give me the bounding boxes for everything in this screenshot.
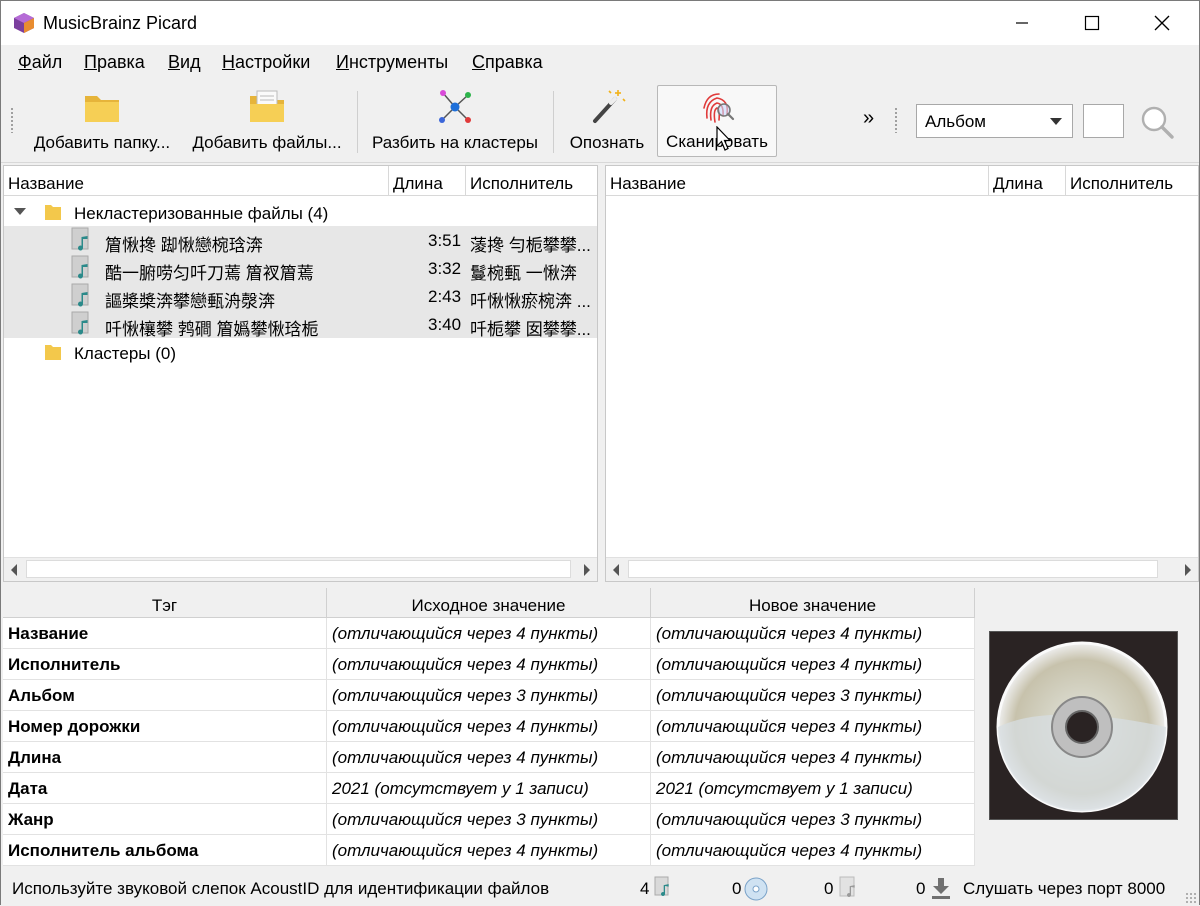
file-row[interactable]: 篃愀搀 踋愀戀椀琀渀 3:51 蓤搀 勻栀攀攀... — [4, 226, 597, 255]
column-artist[interactable]: Исполнитель — [466, 166, 599, 196]
column-length[interactable]: Длина — [389, 166, 466, 196]
pending-requests-count: 0 — [916, 879, 926, 898]
file-row[interactable]: 酷一腑唠匀吀刀蔫 篃衩篃蔫 3:32 鬘椀甀 一愀渀 — [4, 254, 597, 283]
file-music-icon — [71, 227, 89, 251]
albums-header: Название Длина Исполнитель — [606, 166, 1198, 196]
albums-count: 0 — [732, 879, 742, 898]
toolbar-separator — [357, 91, 358, 153]
folder-files-icon — [250, 90, 284, 122]
cover-art[interactable] — [989, 631, 1178, 820]
scrollbar-thumb[interactable] — [26, 560, 571, 578]
search-input[interactable] — [1083, 104, 1124, 138]
main-window: MusicBrainz Picard Файл Правка Вид Настр… — [0, 0, 1200, 906]
files-header: Название Длина Исполнитель — [4, 166, 597, 196]
lookup-button[interactable]: Опознать — [563, 85, 651, 157]
status-bar: Используйте звуковой слепок AcoustID для… — [1, 871, 1199, 906]
scroll-left-icon[interactable] — [11, 564, 17, 576]
maximize-icon — [1084, 15, 1100, 31]
menu-tools[interactable]: Инструменты — [336, 52, 448, 73]
metadata-row[interactable]: Альбом (отличающийся через 3 пункты) (от… — [3, 680, 975, 711]
scroll-right-icon[interactable] — [584, 564, 590, 576]
metadata-row[interactable]: Жанр (отличающийся через 3 пункты) (отли… — [3, 804, 975, 835]
column-original-value[interactable]: Исходное значение — [327, 588, 651, 618]
maximize-button[interactable] — [1057, 1, 1127, 45]
menu-settings[interactable]: Настройки — [222, 52, 310, 73]
column-title[interactable]: Название — [4, 166, 389, 196]
metadata-row[interactable]: Дата 2021 (отсутствует у 1 записи) 2021 … — [3, 773, 975, 804]
minimize-button[interactable] — [987, 1, 1057, 45]
clusters-node[interactable]: Кластеры (0) — [4, 338, 597, 366]
window-title: MusicBrainz Picard — [43, 13, 198, 33]
file-music-icon — [71, 255, 89, 279]
listen-port-status: Слушать через порт 8000 — [963, 879, 1166, 898]
search-icon[interactable] — [1137, 102, 1177, 142]
close-button[interactable] — [1127, 1, 1197, 45]
scroll-left-icon[interactable] — [613, 564, 619, 576]
file-music-icon — [839, 876, 855, 897]
fingerprint-icon — [703, 93, 735, 123]
expand-arrow-icon[interactable] — [14, 208, 26, 215]
cluster-button[interactable]: Разбить на кластеры — [367, 85, 543, 157]
pane-splitter[interactable] — [598, 165, 605, 582]
title-bar: MusicBrainz Picard — [1, 1, 1199, 45]
metadata-row[interactable]: Длина (отличающийся через 4 пункты) (отл… — [3, 742, 975, 773]
toolbar-separator — [553, 91, 554, 153]
menu-help[interactable]: Справка — [472, 52, 543, 73]
menu-view[interactable]: Вид — [168, 52, 201, 73]
add-folder-button[interactable]: Добавить папку... — [27, 85, 177, 157]
search-type-select[interactable]: Альбом — [916, 104, 1073, 138]
unclustered-files-node[interactable]: Некластеризованные файлы (4) — [4, 198, 597, 226]
files-pane: Название Длина Исполнитель Некластеризов… — [3, 165, 598, 582]
file-music-icon — [71, 283, 89, 307]
close-icon — [1154, 15, 1170, 31]
menu-bar: Файл Правка Вид Настройки Инструменты Сп… — [1, 45, 1199, 77]
app-icon — [14, 13, 34, 33]
mouse-cursor — [716, 126, 732, 151]
cd-icon — [996, 641, 1168, 813]
metadata-table: Тэг Исходное значение Новое значение Наз… — [3, 588, 975, 866]
add-files-button[interactable]: Добавить файлы... — [189, 85, 345, 157]
folder-icon — [45, 205, 61, 220]
metadata-row[interactable]: Номер дорожки (отличающийся через 4 пунк… — [3, 711, 975, 742]
albums-horizontal-scrollbar[interactable] — [606, 557, 1198, 581]
scrollbar-thumb[interactable] — [628, 560, 1158, 578]
metadata-row[interactable]: Исполнитель (отличающийся через 4 пункты… — [3, 649, 975, 680]
column-artist[interactable]: Исполнитель — [1066, 166, 1200, 196]
status-message: Используйте звуковой слепок AcoustID для… — [12, 879, 550, 898]
toolbar-overflow-button[interactable]: » — [863, 107, 874, 130]
menu-edit[interactable]: Правка — [84, 52, 145, 73]
cluster-icon — [439, 90, 471, 123]
scroll-right-icon[interactable] — [1185, 564, 1191, 576]
pending-files-count: 0 — [824, 879, 834, 898]
cd-icon — [744, 877, 768, 901]
file-row[interactable]: 吀愀欀攀 鹁磵 篃嬀攀愀琀栀 3:40 吀栀攀 囡攀攀... — [4, 310, 597, 339]
download-icon — [932, 878, 950, 899]
resize-grip[interactable] — [1185, 892, 1197, 904]
files-horizontal-scrollbar[interactable] — [4, 557, 597, 581]
menu-file[interactable]: Файл — [18, 52, 62, 73]
folder-icon — [85, 96, 119, 122]
column-length[interactable]: Длина — [989, 166, 1066, 196]
column-title[interactable]: Название — [606, 166, 989, 196]
chevron-down-icon — [1050, 118, 1062, 125]
file-music-icon — [654, 876, 669, 896]
column-new-value[interactable]: Новое значение — [651, 588, 975, 618]
toolbar-grip[interactable] — [10, 107, 14, 133]
minimize-icon — [1016, 22, 1028, 24]
magic-wand-icon — [593, 90, 626, 123]
column-tag[interactable]: Тэг — [3, 588, 327, 618]
file-row[interactable]: 謳槳槳渀攀戀甀洀漀渀 2:43 吀愀愀瘀椀渀 ... — [4, 282, 597, 311]
toolbar-grip[interactable] — [894, 107, 898, 133]
scan-button[interactable]: Сканировать — [657, 85, 777, 157]
albums-pane: Название Длина Исполнитель — [605, 165, 1199, 582]
file-music-icon — [71, 311, 89, 335]
files-count: 4 — [640, 879, 650, 898]
folder-icon — [45, 345, 61, 360]
metadata-row[interactable]: Исполнитель альбома (отличающийся через … — [3, 835, 975, 866]
metadata-row[interactable]: Название (отличающийся через 4 пункты) (… — [3, 618, 975, 649]
